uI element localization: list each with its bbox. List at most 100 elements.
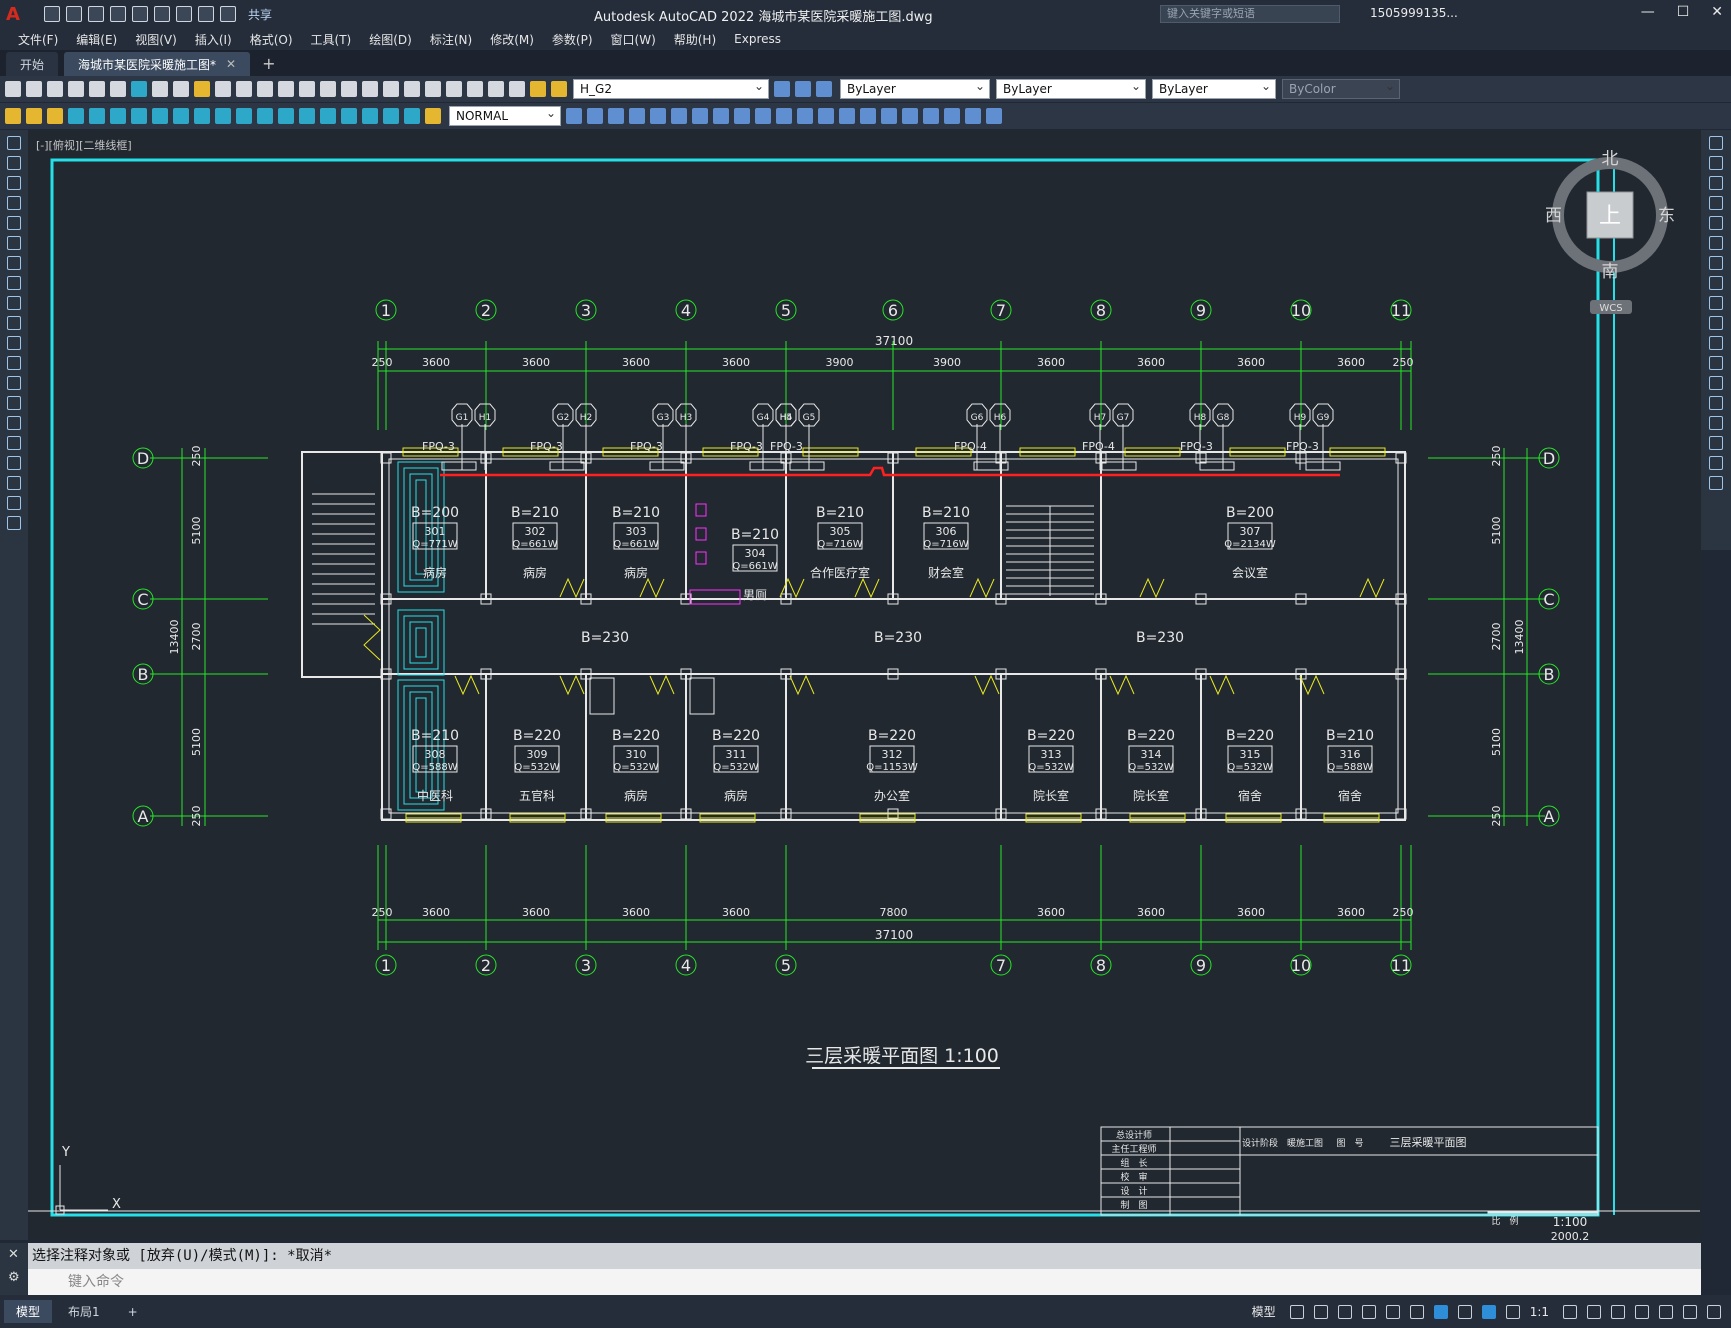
radiator-label: FPQ-3: [422, 440, 455, 453]
room-number: 315: [1240, 748, 1261, 761]
room-heat-load: Q=588W: [412, 762, 457, 773]
lineweight-icon[interactable]: [1457, 1304, 1472, 1319]
axis-label-top: 4: [681, 301, 691, 320]
close-command-icon[interactable]: ✕: [8, 1247, 28, 1262]
room-number: 304: [745, 547, 766, 560]
add-layout-icon[interactable]: +: [116, 1302, 150, 1322]
dim-label-bottom: 3600: [1037, 906, 1065, 919]
tab-layout1[interactable]: 布局1: [56, 1300, 112, 1323]
dim-label-top: 3600: [522, 356, 550, 369]
title-block-scale-line: [1487, 1211, 1599, 1214]
pipe-tag-label: G4: [757, 413, 770, 423]
ortho-icon[interactable]: [1337, 1304, 1352, 1319]
title-block-scale-label: 比 例: [1491, 1215, 1518, 1227]
urinal: [695, 503, 707, 517]
door-swing: [1359, 577, 1385, 599]
command-line-controls: ✕ ⚙: [0, 1243, 28, 1295]
pipe-tag-label: G2: [557, 413, 570, 423]
room-number: 312: [882, 748, 903, 761]
dim-total-left: 13400: [168, 620, 181, 655]
ucs-y-label: Y: [61, 1145, 70, 1160]
drawing-canvas[interactable]: 37100 250 3600 3600 3600 3600 3900 3900 3600 3600…: [0, 0, 1731, 1243]
dim-label-top: 3900: [933, 356, 961, 369]
snap-icon[interactable]: [1313, 1304, 1328, 1319]
room-number: 301: [425, 525, 446, 538]
grid-icon[interactable]: [1289, 1304, 1304, 1319]
room-number: 307: [1240, 525, 1261, 538]
viewcube[interactable]: 北 南 西 东 上 WCS: [1545, 149, 1675, 320]
room-name: 病房: [624, 565, 648, 580]
osnap-icon[interactable]: [1433, 1304, 1448, 1319]
axis-label-bottom: 1: [381, 956, 391, 975]
axis-label-top: 8: [1096, 301, 1106, 320]
room-name: 男厕: [743, 588, 767, 602]
door-swing: [974, 674, 1000, 696]
door-swing: [559, 577, 585, 599]
annotation-scale[interactable]: 1:1: [1530, 1305, 1549, 1319]
dim-label-bottom: 7800: [880, 906, 908, 919]
dim-label-right: 250: [1490, 446, 1503, 467]
dim-label-top: 3600: [422, 356, 450, 369]
title-block-role: 校 审: [1120, 1171, 1147, 1183]
osnap-tracking-icon[interactable]: [1409, 1304, 1424, 1319]
room-heat-load: Q=532W: [1028, 762, 1073, 773]
axis-label-bottom: 10: [1291, 956, 1311, 975]
axis-label-left: B: [138, 665, 149, 684]
drawing-title: 三层采暖平面图 1:100: [805, 1045, 999, 1067]
room-heat-load: Q=532W: [514, 762, 559, 773]
pipe-tag-label: H8: [1194, 413, 1207, 423]
radiator: [749, 461, 785, 471]
tab-model[interactable]: 模型: [4, 1300, 53, 1323]
isolate-icon[interactable]: [1659, 1304, 1673, 1319]
axis-label-left: D: [137, 449, 149, 468]
workspace-icon[interactable]: [1563, 1304, 1577, 1319]
room-number: 314: [1141, 748, 1162, 761]
wcs-label[interactable]: WCS: [1599, 303, 1622, 314]
room-heat-index: B=220: [1127, 728, 1175, 744]
isodraft-icon[interactable]: [1385, 1304, 1400, 1319]
customize-icon[interactable]: ⚙: [8, 1270, 28, 1285]
dim-label-right: 250: [1490, 806, 1503, 827]
model-space-button[interactable]: 模型: [1252, 1303, 1276, 1320]
room-name: 病房: [624, 788, 648, 803]
customization-icon[interactable]: [1707, 1304, 1721, 1319]
room-heat-index: B=220: [612, 728, 660, 744]
polar-icon[interactable]: [1361, 1304, 1376, 1319]
dim-label-right: 5100: [1490, 517, 1503, 545]
axis-label-right: A: [1544, 807, 1555, 826]
axis-label-bottom: 9: [1196, 956, 1206, 975]
dim-label-left: 5100: [190, 728, 203, 756]
axis-label-top: 2: [481, 301, 491, 320]
viewcube-top[interactable]: 上: [1599, 204, 1621, 229]
axis-label-left: C: [137, 590, 148, 609]
room-number: 316: [1340, 748, 1361, 761]
dim-label-right: 2700: [1490, 623, 1503, 651]
pipe-tag-label: G5: [803, 413, 816, 423]
axis-label-bottom: 4: [681, 956, 691, 975]
bathtub: [689, 677, 715, 715]
units-icon[interactable]: [1611, 1304, 1625, 1319]
quick-properties-icon[interactable]: [1635, 1304, 1649, 1319]
annotation-visibility-icon[interactable]: [1481, 1304, 1496, 1319]
dim-label-bottom: 3600: [722, 906, 750, 919]
viewcube-west[interactable]: 西: [1545, 206, 1562, 226]
dim-label-top: 3900: [826, 356, 854, 369]
room-name: 病房: [423, 565, 447, 580]
autocad-window: A 共享 Autodesk AutoCAD 2022 海城市某医院采暖施工图.d…: [0, 0, 1731, 1328]
door-swing: [854, 577, 880, 599]
auto-scale-icon[interactable]: [1505, 1304, 1520, 1319]
floor-plan: 37100 250 3600 3600 3600 3600 3900 3900 3600 3600…: [55, 299, 1599, 1243]
command-input[interactable]: 键入命令: [28, 1269, 1701, 1295]
pipe-tag-label: H2: [580, 413, 593, 423]
room-heat-load: Q=532W: [613, 762, 658, 773]
radiant-floor-coil: [415, 697, 427, 793]
fullscreen-icon[interactable]: [1683, 1304, 1697, 1319]
viewcube-east[interactable]: 东: [1658, 206, 1675, 226]
viewcube-south[interactable]: 南: [1602, 262, 1619, 282]
corridor-label: B=230: [1136, 630, 1184, 646]
viewcube-north[interactable]: 北: [1602, 149, 1619, 169]
axis-label-bottom: 11: [1391, 956, 1411, 975]
title-block-role: 总设计师: [1116, 1129, 1152, 1141]
title-block-drawing-name: 三层采暖平面图: [1390, 1136, 1467, 1149]
annotation-monitor-icon[interactable]: [1587, 1304, 1601, 1319]
